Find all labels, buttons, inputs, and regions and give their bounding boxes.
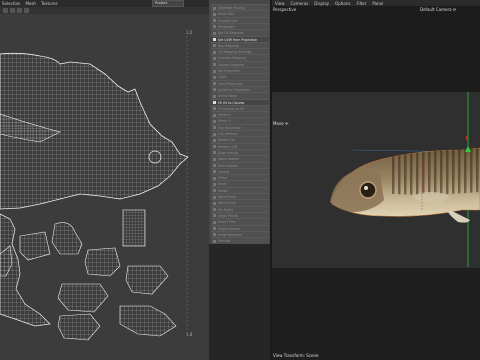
uv-island-pectoral[interactable] xyxy=(19,231,51,261)
menu-mesh[interactable]: Mesh xyxy=(25,1,36,6)
tool-item-icon xyxy=(213,126,216,130)
tool-item-icon xyxy=(213,107,216,111)
tool-item-icon xyxy=(213,208,216,212)
uv-canvas[interactable]: 1,0 1,8 xyxy=(0,14,209,360)
tool-item-icon xyxy=(213,113,216,117)
menu-panel[interactable]: Panel xyxy=(372,1,383,6)
object-dropdown[interactable]: Project xyxy=(152,0,184,7)
tool-item-icon xyxy=(213,63,216,67)
uv-island-gill[interactable] xyxy=(51,222,83,255)
uv-island-ventral-2[interactable] xyxy=(125,265,169,295)
tool-item-icon xyxy=(213,38,216,41)
tool-item-icon xyxy=(213,227,216,230)
tool-item-icon xyxy=(213,189,216,193)
fish-model[interactable] xyxy=(272,92,480,268)
tool-item-icon xyxy=(213,94,216,98)
tool-item-icon xyxy=(213,201,216,205)
perspective-label[interactable]: Perspective xyxy=(273,7,296,12)
tool-item-icon xyxy=(213,195,216,199)
tool-item-icon xyxy=(213,170,216,174)
fish-stripes xyxy=(392,148,480,195)
tool-item-icon xyxy=(213,82,216,86)
tool-item-icon xyxy=(213,239,216,243)
fish-eye-highlight xyxy=(364,186,368,190)
fish-eye xyxy=(359,181,377,199)
tool-item-icon xyxy=(213,75,216,79)
rotate-tool-icon[interactable] xyxy=(17,8,22,13)
tool-item-icon xyxy=(213,157,216,161)
scale-tool-icon[interactable] xyxy=(24,8,29,13)
uv-island-ventral-1[interactable] xyxy=(84,247,121,277)
uv-island-anal[interactable] xyxy=(57,283,109,313)
tool-item-icon xyxy=(213,69,216,73)
tool-item-icon xyxy=(213,119,216,123)
tool-item-icon xyxy=(213,233,216,237)
select-tool-icon[interactable] xyxy=(3,8,8,13)
move-tool-icon[interactable] xyxy=(10,8,15,13)
tool-item-icon xyxy=(213,31,216,35)
uv-island-rect[interactable] xyxy=(122,209,146,247)
tool-item-icon xyxy=(213,182,216,186)
tool-item[interactable]: Preview xyxy=(211,237,269,245)
menu-filter[interactable]: Filter xyxy=(356,1,366,6)
tool-item-icon xyxy=(213,19,216,23)
tool-item-icon xyxy=(213,151,216,155)
tool-item-icon xyxy=(213,56,216,60)
uv-corner-bl-label: 1,8 xyxy=(186,332,193,337)
tool-item-icon xyxy=(213,164,216,167)
viewport-menubar: View Cameras Display Options Filter Pane… xyxy=(272,0,480,6)
menu-view[interactable]: View xyxy=(275,1,285,6)
fish-ventral-fin xyxy=(448,210,470,223)
view-transform-status: View Transform: Scene xyxy=(273,353,319,358)
menu-selection[interactable]: Selection xyxy=(2,1,20,6)
camera-dropdown[interactable]: Default Camera ⟳ xyxy=(420,7,456,12)
tool-item-icon xyxy=(213,138,216,142)
tool-item-icon xyxy=(213,101,216,104)
menu-cameras[interactable]: Cameras xyxy=(291,1,309,6)
tool-item-icon xyxy=(213,145,216,149)
tool-item-icon xyxy=(213,132,216,136)
tool-item-icon xyxy=(213,25,216,29)
tool-item-icon xyxy=(213,220,216,224)
menu-options[interactable]: Options xyxy=(335,1,350,6)
tool-item-icon xyxy=(213,214,216,218)
uv-corner-tl-label: 1,0 xyxy=(186,30,193,35)
menu-display[interactable]: Display xyxy=(314,1,329,6)
tool-item-label: Preview xyxy=(218,239,231,244)
tool-item-icon xyxy=(213,44,216,48)
uv-island-dorsal[interactable] xyxy=(57,313,101,341)
menu-textures[interactable]: Textures xyxy=(41,1,58,6)
tool-item-icon xyxy=(213,88,216,92)
gizmo-handle[interactable] xyxy=(466,136,468,140)
tool-item-icon xyxy=(213,176,216,180)
tool-item-icon xyxy=(213,6,216,10)
viewport-bg-bottom xyxy=(272,268,480,360)
viewport-bg-top xyxy=(272,6,480,92)
uv-toolbar xyxy=(0,7,209,14)
uv-island-caudal[interactable] xyxy=(119,305,177,337)
tool-item-icon xyxy=(213,12,216,16)
tool-item-icon xyxy=(213,50,216,54)
